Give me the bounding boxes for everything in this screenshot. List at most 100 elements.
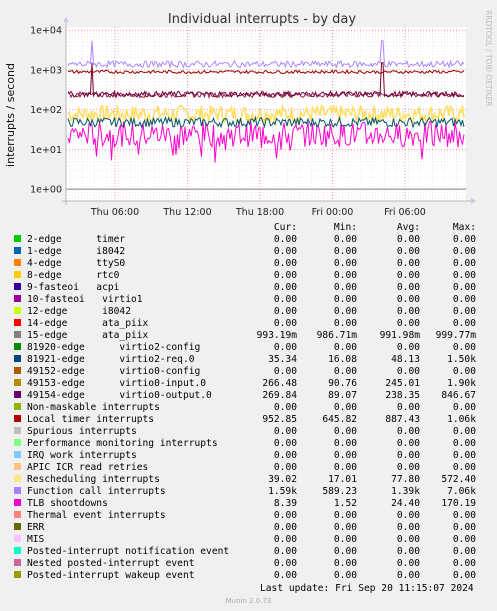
legend-label: APIC ICR read retries xyxy=(27,462,149,473)
legend-swatch xyxy=(14,571,21,578)
legend-max: 846.67 xyxy=(441,390,476,401)
legend-label: 49154-edge virtio0-output.0 xyxy=(27,390,212,401)
legend-max: 7.06k xyxy=(447,486,476,497)
legend-avg: 245.01 xyxy=(385,378,420,389)
x-tick-label: Fri 00:00 xyxy=(312,207,354,218)
legend-cur: 266.48 xyxy=(262,378,297,389)
legend-min: 0.00 xyxy=(333,246,357,257)
legend-avg: 0.00 xyxy=(396,558,420,569)
legend-label: Spurious interrupts xyxy=(27,426,137,437)
y-axis-label: interrupts / second xyxy=(4,63,17,167)
legend-cur: 0.00 xyxy=(273,318,297,329)
legend-swatch xyxy=(14,451,21,458)
legend-row: Non-maskable interrupts 0.00 0.00 0.00 0.00 xyxy=(12,402,476,414)
y-tick-label: 1e+03 xyxy=(30,65,62,76)
legend-cur: 39.02 xyxy=(268,474,297,485)
legend-cur: 1.59k xyxy=(268,486,297,497)
legend-min: 0.00 xyxy=(333,462,357,473)
legend-cur: 0.00 xyxy=(273,534,297,545)
legend-cur: 0.00 xyxy=(273,546,297,557)
legend-row: Posted-interrupt notification event 0.00 0… xyxy=(12,546,476,558)
legend-label: 14-edge ata_piix xyxy=(27,318,149,329)
legend-avg: 0.00 xyxy=(396,522,420,533)
legend-header: Cur: Min: Avg: Max: xyxy=(12,222,476,234)
legend-swatch xyxy=(14,463,21,470)
legend-min: 89.07 xyxy=(328,390,357,401)
legend-swatch xyxy=(14,547,21,554)
legend-row: 12-edge i8042 0.00 0.00 0.00 0.00 xyxy=(12,306,476,318)
legend-label: 4-edge ttyS0 xyxy=(27,258,126,269)
legend-avg: 0.00 xyxy=(396,546,420,557)
legend-label: Posted-interrupt wakeup event xyxy=(27,570,195,581)
y-ticks: 1e+00 1e+01 1e+02 1e+03 1e+04 xyxy=(30,26,62,196)
legend-avg: 0.00 xyxy=(396,366,420,377)
legend-swatch xyxy=(14,559,21,566)
legend-max: 0.00 xyxy=(452,234,476,245)
x-tick-label: Thu 06:00 xyxy=(90,207,139,218)
legend-min: 0.00 xyxy=(333,570,357,581)
legend-max: 0.00 xyxy=(452,426,476,437)
legend-row: 49154-edge virtio0-output.0 269.84 89.07 23… xyxy=(12,390,476,402)
legend-cur: 0.00 xyxy=(273,294,297,305)
legend-row: 10-fasteoi virtio1 0.00 0.00 0.00 0.00 xyxy=(12,294,476,306)
legend-avg: 0.00 xyxy=(396,282,420,293)
legend-label: 8-edge rtc0 xyxy=(27,270,120,281)
legend-row: Nested posted-interrupt event 0.00 0.00 0.0… xyxy=(12,558,476,570)
legend-cur: 0.00 xyxy=(273,462,297,473)
legend-max: 1.50k xyxy=(447,354,476,365)
legend-max: 0.00 xyxy=(452,258,476,269)
x-tick-label: Fri 06:00 xyxy=(384,207,426,218)
legend-max: 0.00 xyxy=(452,450,476,461)
legend-row: 49152-edge virtio0-config 0.00 0.00 0.00 0.0… xyxy=(12,366,476,378)
x-tick-label: Thu 18:00 xyxy=(235,207,284,218)
legend-swatch xyxy=(14,487,21,494)
legend-label: Non-maskable interrupts xyxy=(27,402,160,413)
legend-row: Local timer interrupts 952.85 645.82 887.43… xyxy=(12,414,476,426)
legend-label: Function call interrupts xyxy=(27,486,166,497)
legend-label: 10-fasteoi virtio1 xyxy=(27,294,143,305)
legend-swatch xyxy=(14,307,21,314)
legend-label: 15-edge ata_piix xyxy=(27,330,149,341)
legend-row: 1-edge i8042 0.00 0.00 0.00 0.00 xyxy=(12,246,476,258)
legend-min: 0.00 xyxy=(333,282,357,293)
legend-row: Thermal event interrupts 0.00 0.00 0.00 0.00 xyxy=(12,510,476,522)
legend-max: 572.40 xyxy=(441,474,476,485)
legend-swatch xyxy=(14,511,21,518)
legend-row: 4-edge ttyS0 0.00 0.00 0.00 0.00 xyxy=(12,258,476,270)
interrupts-chart: Individual interrupts - by day interrupt… xyxy=(4,10,493,218)
legend-label: TLB shootdowns xyxy=(27,498,108,509)
legend-row: 2-edge timer 0.00 0.00 0.00 0.00 xyxy=(12,234,476,246)
rrdtool-credit: RRDTOOL / TOBI OETIKER xyxy=(484,10,493,107)
legend-row: IRQ work interrupts 0.00 0.00 0.00 0.00 xyxy=(12,450,476,462)
legend-avg: 0.00 xyxy=(396,570,420,581)
legend-label: Nested posted-interrupt event xyxy=(27,558,195,569)
legend-label: 12-edge i8042 xyxy=(27,306,131,317)
legend-min: 1.52 xyxy=(333,498,357,509)
legend-min: 90.76 xyxy=(328,378,357,389)
legend-row: 9-fasteoi acpi 0.00 0.00 0.00 0.00 xyxy=(12,282,476,294)
legend-cur: 35.34 xyxy=(268,354,297,365)
legend-label: 1-edge i8042 xyxy=(27,246,126,257)
x-axis-arrow-icon xyxy=(471,198,476,204)
legend-min: 16.08 xyxy=(328,354,357,365)
legend-cur: 269.84 xyxy=(262,390,297,401)
legend-swatch xyxy=(14,367,21,374)
legend-avg: 48.13 xyxy=(391,354,420,365)
legend-min: 17.01 xyxy=(328,474,357,485)
legend-avg: 0.00 xyxy=(396,450,420,461)
legend-avg: 887.43 xyxy=(385,414,420,425)
legend-max: 0.00 xyxy=(452,402,476,413)
legend-max: 0.00 xyxy=(452,438,476,449)
legend-row: Performance monitoring interrupts 0.00 0.0… xyxy=(12,438,476,450)
legend-swatch xyxy=(14,439,21,446)
legend-max: 0.00 xyxy=(452,510,476,521)
legend-label: ERR xyxy=(27,522,45,533)
legend-swatch xyxy=(14,415,21,422)
y-tick-label: 1e+00 xyxy=(30,185,62,196)
legend-swatch xyxy=(14,523,21,530)
legend-label: Performance monitoring interrupts xyxy=(27,438,218,449)
legend-min: 589.23 xyxy=(322,486,357,497)
legend-avg: 0.00 xyxy=(396,234,420,245)
header-min: Min: xyxy=(333,222,357,233)
legend-min: 645.82 xyxy=(322,414,357,425)
